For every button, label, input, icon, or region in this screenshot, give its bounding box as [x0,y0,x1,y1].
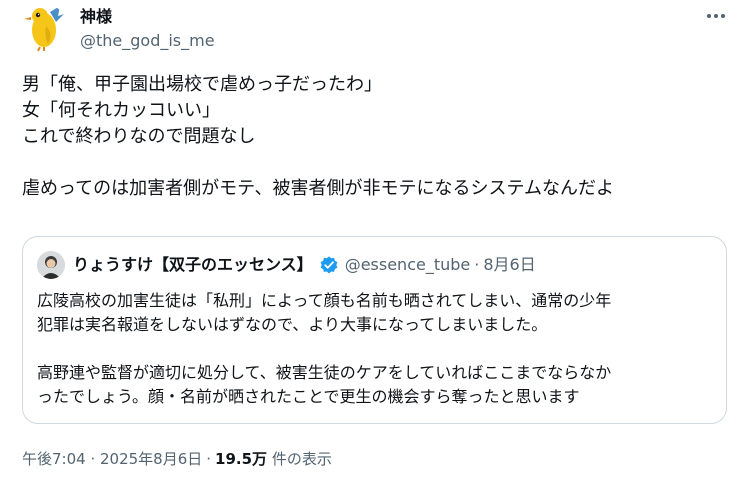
tweet-meta: 午後7:04 · 2025年8月6日 · 19.5万 件の表示 [22,449,332,469]
more-horizontal-icon [707,14,725,18]
author-handle[interactable]: @the_god_is_me [80,31,215,51]
views-count: 19.5万 [215,450,268,468]
quote-header: りょうすけ【双子のエッセンス】 @essence_tube · 8月6日 [73,254,536,276]
avatar-person-image [37,251,65,279]
author-avatar[interactable] [20,4,68,52]
more-options-button[interactable] [701,6,731,26]
quote-author-display-name[interactable]: りょうすけ【双子のエッセンス】 [73,254,313,276]
views-label: 件の表示 [271,450,332,468]
meta-separator: · [206,450,212,468]
tweet-timestamp[interactable]: 午後7:04 · 2025年8月6日 [22,450,202,468]
quote-date[interactable]: 8月6日 [483,254,535,276]
tweet-text: 男「俺、甲子園出場校で虐めっ子だったわ」 女「何それカッコいい」 これで終わりな… [22,74,615,199]
quote-text: 広陵高校の加害生徒は「私刑」によって顔も名前も晒されてしまい、通常の少年 犯罪は… [37,291,612,406]
quote-author-avatar[interactable] [37,251,65,279]
avatar-bird-image [20,4,68,52]
quoted-tweet-card[interactable]: りょうすけ【双子のエッセンス】 @essence_tube · 8月6日 広陵高… [22,236,727,424]
author-display-name[interactable]: 神様 [80,6,112,28]
quote-separator: · [474,255,480,274]
verified-badge-icon [320,256,338,274]
quote-author-handle[interactable]: @essence_tube [345,254,471,276]
